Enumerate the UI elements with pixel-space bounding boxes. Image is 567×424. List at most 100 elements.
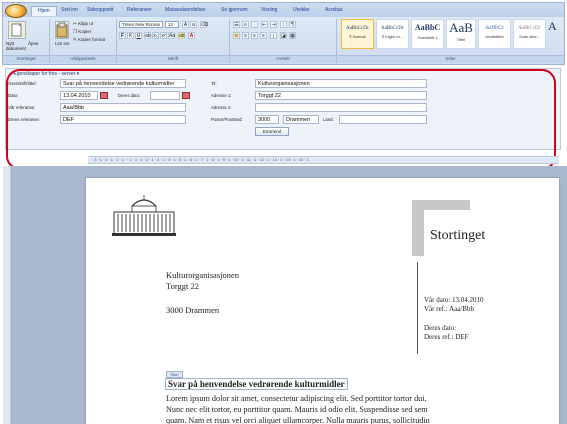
group-label-clipboard: Utklippstavle xyxy=(50,55,116,63)
tab-sideoppsett[interactable]: Sideoppsett xyxy=(87,7,113,17)
document-heading[interactable]: Svar på henvendelse vedrørende kulturmid… xyxy=(165,378,348,390)
change-case-icon[interactable]: Aa xyxy=(168,32,175,39)
panel-title-text: Egenskaper for fres - server xyxy=(13,71,76,77)
borders-icon[interactable]: ▦ xyxy=(289,32,296,39)
font-color-icon[interactable]: A xyxy=(188,32,195,39)
our-ref-field[interactable]: Aaa/Bbb xyxy=(60,103,186,112)
italic-button[interactable]: K xyxy=(127,32,134,39)
country-field[interactable] xyxy=(339,115,427,124)
tab-utvikler[interactable]: Utvikler xyxy=(293,7,310,17)
label-your-date: Deres dato: xyxy=(118,93,141,98)
tab-masseutsendelser[interactable]: Masseutsendelser xyxy=(165,7,206,17)
style-sample: AaBbCc xyxy=(484,25,505,31)
subject-field[interactable]: Svar på henvendelse vedrørende kulturmid… xyxy=(60,79,186,88)
align-right-icon[interactable]: ≡ xyxy=(251,32,258,39)
paste-button[interactable] xyxy=(55,21,69,39)
font-name-select[interactable]: Times New Roman xyxy=(119,21,163,28)
your-date: Deres dato: xyxy=(424,324,457,332)
address2-field[interactable] xyxy=(255,103,427,112)
bold-button[interactable]: F xyxy=(119,32,126,39)
info-icon: ● xyxy=(9,71,13,77)
multilevel-list-icon[interactable]: ⋮ xyxy=(251,21,258,28)
numbering-icon[interactable]: ≡ xyxy=(242,21,249,28)
parliament-building-icon xyxy=(112,195,176,236)
format-painter-button[interactable]: ✎ Kopier format xyxy=(73,37,105,43)
style-normal[interactable]: AaBbCcDc ¶ Normal xyxy=(341,19,374,49)
new-document-button[interactable] xyxy=(8,21,26,39)
style-subtle-emphasis[interactable]: AaBbCcDc Svak uthe... xyxy=(513,19,546,49)
underline-button[interactable]: U xyxy=(135,32,142,39)
panel-action-button[interactable]: Errorrend xyxy=(255,127,289,136)
date-field[interactable]: 13.04.2010 xyxy=(60,91,98,100)
new-document-icon xyxy=(11,23,22,37)
style-sample: AaBbC xyxy=(414,23,441,32)
style-sample: AaBbCcDc xyxy=(345,26,370,31)
cut-button[interactable]: ✂ Klipp ut xyxy=(73,21,93,27)
clear-format-icon[interactable]: ⌫ xyxy=(200,21,208,28)
shrink-font-button[interactable]: a xyxy=(190,21,197,28)
align-left-icon[interactable]: ≡ xyxy=(233,32,240,39)
tab-hjem[interactable]: Hjem xyxy=(31,6,57,16)
tab-acrobat[interactable]: Acrobat xyxy=(325,7,342,17)
address1-field[interactable]: Torggt 22 xyxy=(255,91,427,100)
body-line: Lorem ipsum dolor sit amet, consectetur … xyxy=(166,394,427,403)
new-document-line2: dokument xyxy=(6,46,26,51)
calendar-icon[interactable] xyxy=(100,92,108,99)
open-button[interactable]: Åpne xyxy=(28,41,39,46)
show-marks-icon[interactable]: ¶ xyxy=(289,21,296,28)
style-name: Overskrift 1 xyxy=(417,35,438,40)
strikethrough-icon[interactable]: ab xyxy=(144,32,151,39)
change-styles-button[interactable]: A xyxy=(548,19,562,49)
font-size-select[interactable]: 12 xyxy=(165,21,179,28)
justify-icon[interactable]: ≡ xyxy=(260,32,267,39)
tab-se-gjennom[interactable]: Se gjennom xyxy=(221,7,248,17)
panel-title[interactable]: ● Egenskaper for fres - server ▾ xyxy=(9,71,79,77)
logo-bar xyxy=(412,200,470,210)
tab-sett-inn[interactable]: Sett inn xyxy=(61,7,78,17)
content-control-tag[interactable]: Tittel xyxy=(166,371,183,378)
decrease-indent-icon[interactable]: ⇤ xyxy=(261,21,268,28)
style-name: Svak uthe... xyxy=(518,34,541,39)
label-address2: Adresse 2: xyxy=(211,105,232,110)
office-button[interactable] xyxy=(5,4,27,18)
superscript-icon[interactable]: x² xyxy=(160,32,167,39)
copy-button[interactable]: ❐ Kopier xyxy=(73,29,91,35)
format-painter-label: Kopier format xyxy=(78,37,106,42)
tab-referanser[interactable]: Referanser xyxy=(127,7,152,17)
your-date-field[interactable] xyxy=(150,91,180,100)
style-title[interactable]: AaB Tittel xyxy=(446,19,476,49)
vertical-ruler[interactable] xyxy=(3,166,11,424)
style-heading-1[interactable]: AaBbC Overskrift 1 xyxy=(411,19,444,49)
style-no-spacing[interactable]: AaBbCcDc ¶ Ingen m... xyxy=(376,19,409,49)
calendar-icon[interactable] xyxy=(182,92,190,99)
postal-code-field[interactable]: 3000 xyxy=(255,115,279,124)
ruler-numbers: · 3 · 1 · 2 · 1 · 1 · 1 · · 1 · 1 · 1 · … xyxy=(92,158,309,162)
label-to: Til: xyxy=(211,81,217,86)
recipient-street: Torggt 22 xyxy=(166,281,200,291)
body-line: quam. Nam et risus vel orci aliquet ulla… xyxy=(166,416,430,424)
your-ref: Deres ref.: DEF xyxy=(424,333,469,341)
align-center-icon[interactable]: ≡ xyxy=(242,32,249,39)
line-spacing-icon[interactable]: ↨ xyxy=(270,32,277,39)
increase-indent-icon[interactable]: ⇥ xyxy=(270,21,277,28)
tab-visning[interactable]: Visning xyxy=(261,7,277,17)
highlight-color-icon[interactable]: ab xyxy=(178,32,185,39)
city-field[interactable]: Drammen xyxy=(283,115,319,124)
bullets-icon[interactable]: ☰ xyxy=(233,21,240,28)
label-date: Dato: xyxy=(8,93,19,98)
grow-font-button[interactable]: A xyxy=(182,21,189,28)
copy-label: Kopier xyxy=(78,29,92,34)
style-subtitle[interactable]: AaBbCc Undertittel xyxy=(478,19,511,49)
your-ref-field[interactable]: DEF xyxy=(60,115,186,124)
horizontal-ruler[interactable]: · 3 · 1 · 2 · 1 · 1 · 1 · · 1 · 1 · 1 · … xyxy=(88,156,559,164)
to-field[interactable]: Kulturorganisasjonen xyxy=(255,79,427,88)
subscript-icon[interactable]: x₂ xyxy=(152,32,159,39)
ribbon: Hjem Sett inn Sideoppsett Referanser Mas… xyxy=(2,2,565,65)
clipboard-icon xyxy=(56,22,68,38)
document-page[interactable]: Stortinget Kulturorganisasjonen Torggt 2… xyxy=(86,178,559,424)
sort-icon[interactable]: ↕ xyxy=(280,21,287,28)
body-line: Nunc nec elit tortor, eu porttitor quam.… xyxy=(166,405,428,414)
shading-icon[interactable]: ◪ xyxy=(280,32,287,39)
paste-label[interactable]: Lim inn xyxy=(55,41,70,46)
our-date: Vår dato: 13.04.2010 xyxy=(424,296,484,304)
